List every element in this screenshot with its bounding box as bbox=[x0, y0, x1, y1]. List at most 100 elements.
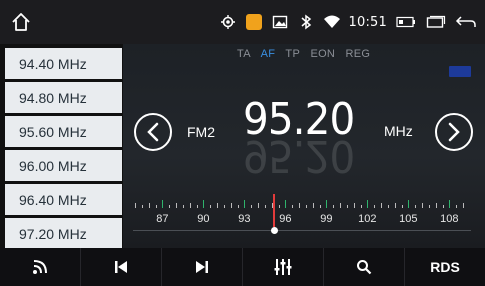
seek-next-button[interactable] bbox=[162, 248, 243, 286]
dial-needle bbox=[273, 194, 276, 227]
dial-tick bbox=[319, 205, 321, 208]
preset-item[interactable]: 96.40 MHz bbox=[5, 184, 122, 215]
dial-tick bbox=[278, 205, 280, 208]
camera-badge-icon bbox=[245, 13, 263, 31]
tune-up-button[interactable] bbox=[435, 113, 473, 151]
preset-list: 94.40 MHz 94.80 MHz 95.60 MHz 96.00 MHz … bbox=[5, 48, 122, 249]
preset-item[interactable]: 97.20 MHz bbox=[5, 218, 122, 249]
dial-tick bbox=[367, 200, 369, 208]
dial-tick bbox=[401, 205, 403, 208]
tuning-dial[interactable]: 87 90 93 96 99 102 105 108 bbox=[133, 194, 478, 242]
band-label: FM2 bbox=[187, 124, 215, 140]
dial-tick bbox=[340, 203, 341, 208]
dial-tick bbox=[381, 203, 382, 208]
dial-tick bbox=[217, 203, 218, 208]
radio-signal-button[interactable] bbox=[0, 248, 81, 286]
dial-tick bbox=[196, 205, 198, 208]
preset-item[interactable]: 96.00 MHz bbox=[5, 150, 122, 181]
dial-tick bbox=[189, 203, 191, 208]
dial-tick bbox=[176, 203, 177, 208]
tune-down-button[interactable] bbox=[134, 113, 172, 151]
dial-tick bbox=[333, 205, 335, 208]
dial-tick bbox=[141, 205, 143, 208]
preset-item[interactable]: 95.60 MHz bbox=[5, 116, 122, 147]
location-icon bbox=[219, 13, 237, 31]
dial-tick bbox=[285, 200, 287, 208]
battery-icon bbox=[395, 13, 417, 31]
dial-label: 87 bbox=[156, 213, 169, 225]
dial-tick bbox=[360, 205, 362, 208]
flag-tp: TP bbox=[285, 48, 301, 60]
wifi-icon bbox=[323, 13, 341, 31]
dial-tick bbox=[449, 200, 451, 208]
dial-label: 105 bbox=[399, 213, 418, 225]
dial-tick bbox=[237, 205, 239, 208]
recent-apps-icon[interactable] bbox=[425, 13, 447, 31]
rds-flags: TA AF TP EON REG bbox=[237, 48, 377, 60]
dial-tick bbox=[155, 205, 157, 208]
preset-item[interactable]: 94.40 MHz bbox=[5, 48, 122, 79]
image-icon bbox=[271, 13, 289, 31]
dial-tick bbox=[162, 200, 164, 208]
dial-tick bbox=[305, 205, 307, 208]
dial-tick bbox=[408, 200, 410, 208]
dial-tick bbox=[258, 203, 259, 208]
dial-tick bbox=[203, 200, 205, 208]
dial-tick bbox=[312, 203, 314, 208]
back-icon[interactable] bbox=[455, 13, 477, 31]
chevron-left-icon bbox=[147, 122, 159, 142]
seek-previous-button[interactable] bbox=[81, 248, 162, 286]
dial-label: 90 bbox=[197, 213, 210, 225]
preset-label: 97.20 MHz bbox=[19, 225, 87, 242]
dial-tick bbox=[182, 205, 184, 208]
dial-tick bbox=[135, 203, 136, 208]
stereo-badge bbox=[449, 66, 471, 77]
dial-tick bbox=[415, 205, 417, 208]
clock: 10:51 bbox=[348, 14, 387, 30]
dial-tick bbox=[346, 205, 348, 208]
search-icon bbox=[357, 260, 372, 275]
flag-ta: TA bbox=[237, 48, 251, 60]
dial-tick bbox=[387, 205, 389, 208]
radio-signal-icon bbox=[33, 260, 47, 274]
preset-item[interactable]: 94.80 MHz bbox=[5, 82, 122, 113]
bottom-toolbar: RDS bbox=[0, 248, 485, 286]
dial-handle[interactable] bbox=[270, 227, 278, 234]
preset-label: 94.80 MHz bbox=[19, 89, 87, 106]
dial-tick bbox=[422, 203, 423, 208]
dial-tick bbox=[463, 203, 464, 208]
dial-label: 96 bbox=[279, 213, 292, 225]
dial-tick bbox=[428, 205, 430, 208]
dial-tick bbox=[244, 200, 246, 208]
flag-eon: EON bbox=[310, 48, 336, 60]
dial-tick bbox=[230, 203, 232, 208]
frequency-reflection: 95.20 bbox=[243, 130, 355, 181]
preset-label: 96.40 MHz bbox=[19, 191, 87, 208]
dial-track bbox=[133, 230, 471, 231]
frequency-unit: MHz bbox=[384, 123, 413, 139]
preset-label: 94.40 MHz bbox=[19, 55, 87, 72]
dial-tick bbox=[210, 205, 212, 208]
rds-label: RDS bbox=[430, 259, 460, 275]
dial-tick bbox=[442, 205, 444, 208]
dial-tick bbox=[374, 205, 376, 208]
equalizer-button[interactable] bbox=[243, 248, 324, 286]
rds-button[interactable]: RDS bbox=[405, 248, 485, 286]
search-button[interactable] bbox=[324, 248, 405, 286]
flag-af: AF bbox=[260, 48, 276, 60]
dial-tick bbox=[299, 203, 300, 208]
skip-next-icon bbox=[196, 261, 208, 273]
skip-previous-icon bbox=[115, 261, 127, 273]
dial-tick bbox=[169, 205, 171, 208]
dial-tick bbox=[264, 205, 266, 208]
dial-tick bbox=[456, 205, 458, 208]
dial-tick bbox=[148, 203, 150, 208]
dial-label: 93 bbox=[238, 213, 251, 225]
preset-label: 95.60 MHz bbox=[19, 123, 87, 140]
dial-tick bbox=[435, 203, 437, 208]
home-icon[interactable] bbox=[10, 11, 32, 33]
dial-tick bbox=[292, 205, 294, 208]
dial-label: 102 bbox=[358, 213, 377, 225]
dial-tick bbox=[251, 205, 253, 208]
bluetooth-icon bbox=[297, 13, 315, 31]
